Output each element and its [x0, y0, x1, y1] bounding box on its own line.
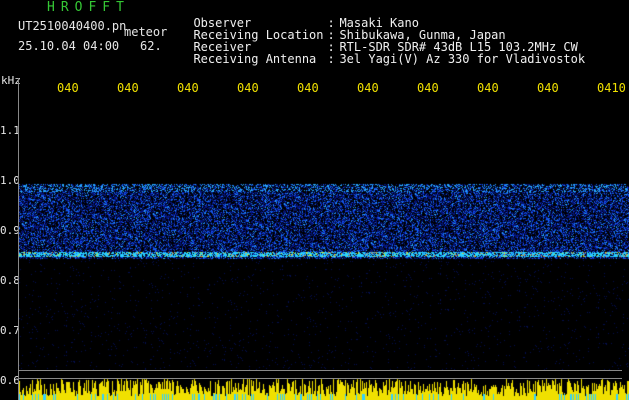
time-label: 040 [177, 81, 199, 95]
y-tick-label: 0.9 [0, 224, 20, 237]
plot-left-border [18, 78, 19, 400]
time-label: 040 [477, 81, 499, 95]
time-label: 040 [417, 81, 439, 95]
meteor-label: meteor [124, 25, 168, 39]
time-label: 040 [237, 81, 259, 95]
y-tick-label: 0.8 [0, 274, 20, 287]
time-label: 0410 [597, 81, 626, 95]
time-label: 040 [117, 81, 139, 95]
time-label: 040 [297, 81, 319, 95]
meteor-count: 62. [140, 39, 162, 53]
plot-lower-divider [18, 370, 622, 371]
y-tick-label: 0.6 [0, 374, 20, 387]
info-label: Receiving Antenna [193, 52, 317, 66]
plot-bottom-divider [18, 378, 622, 379]
file-name: UT2510040400.pn [18, 19, 127, 33]
info-value: 3el Yagi(V) Az 330 for Vladivostok [339, 52, 586, 66]
info-separator: : [327, 52, 335, 66]
time-label: 040 [57, 81, 79, 95]
y-tick-label: 0.7 [0, 324, 20, 337]
date-time: 25.10.04 04:00 [18, 39, 120, 53]
y-tick-label: 1.1 [0, 124, 20, 137]
y-tick-label: 1.0 [0, 174, 20, 187]
info-row-antenna: Receiving Antenna:3el Yagi(V) Az 330 for… [179, 41, 585, 65]
time-label: 040 [537, 81, 559, 95]
spectrogram-canvas [18, 100, 629, 400]
app-title: HROFFT [47, 0, 130, 15]
time-label: 040 [357, 81, 379, 95]
